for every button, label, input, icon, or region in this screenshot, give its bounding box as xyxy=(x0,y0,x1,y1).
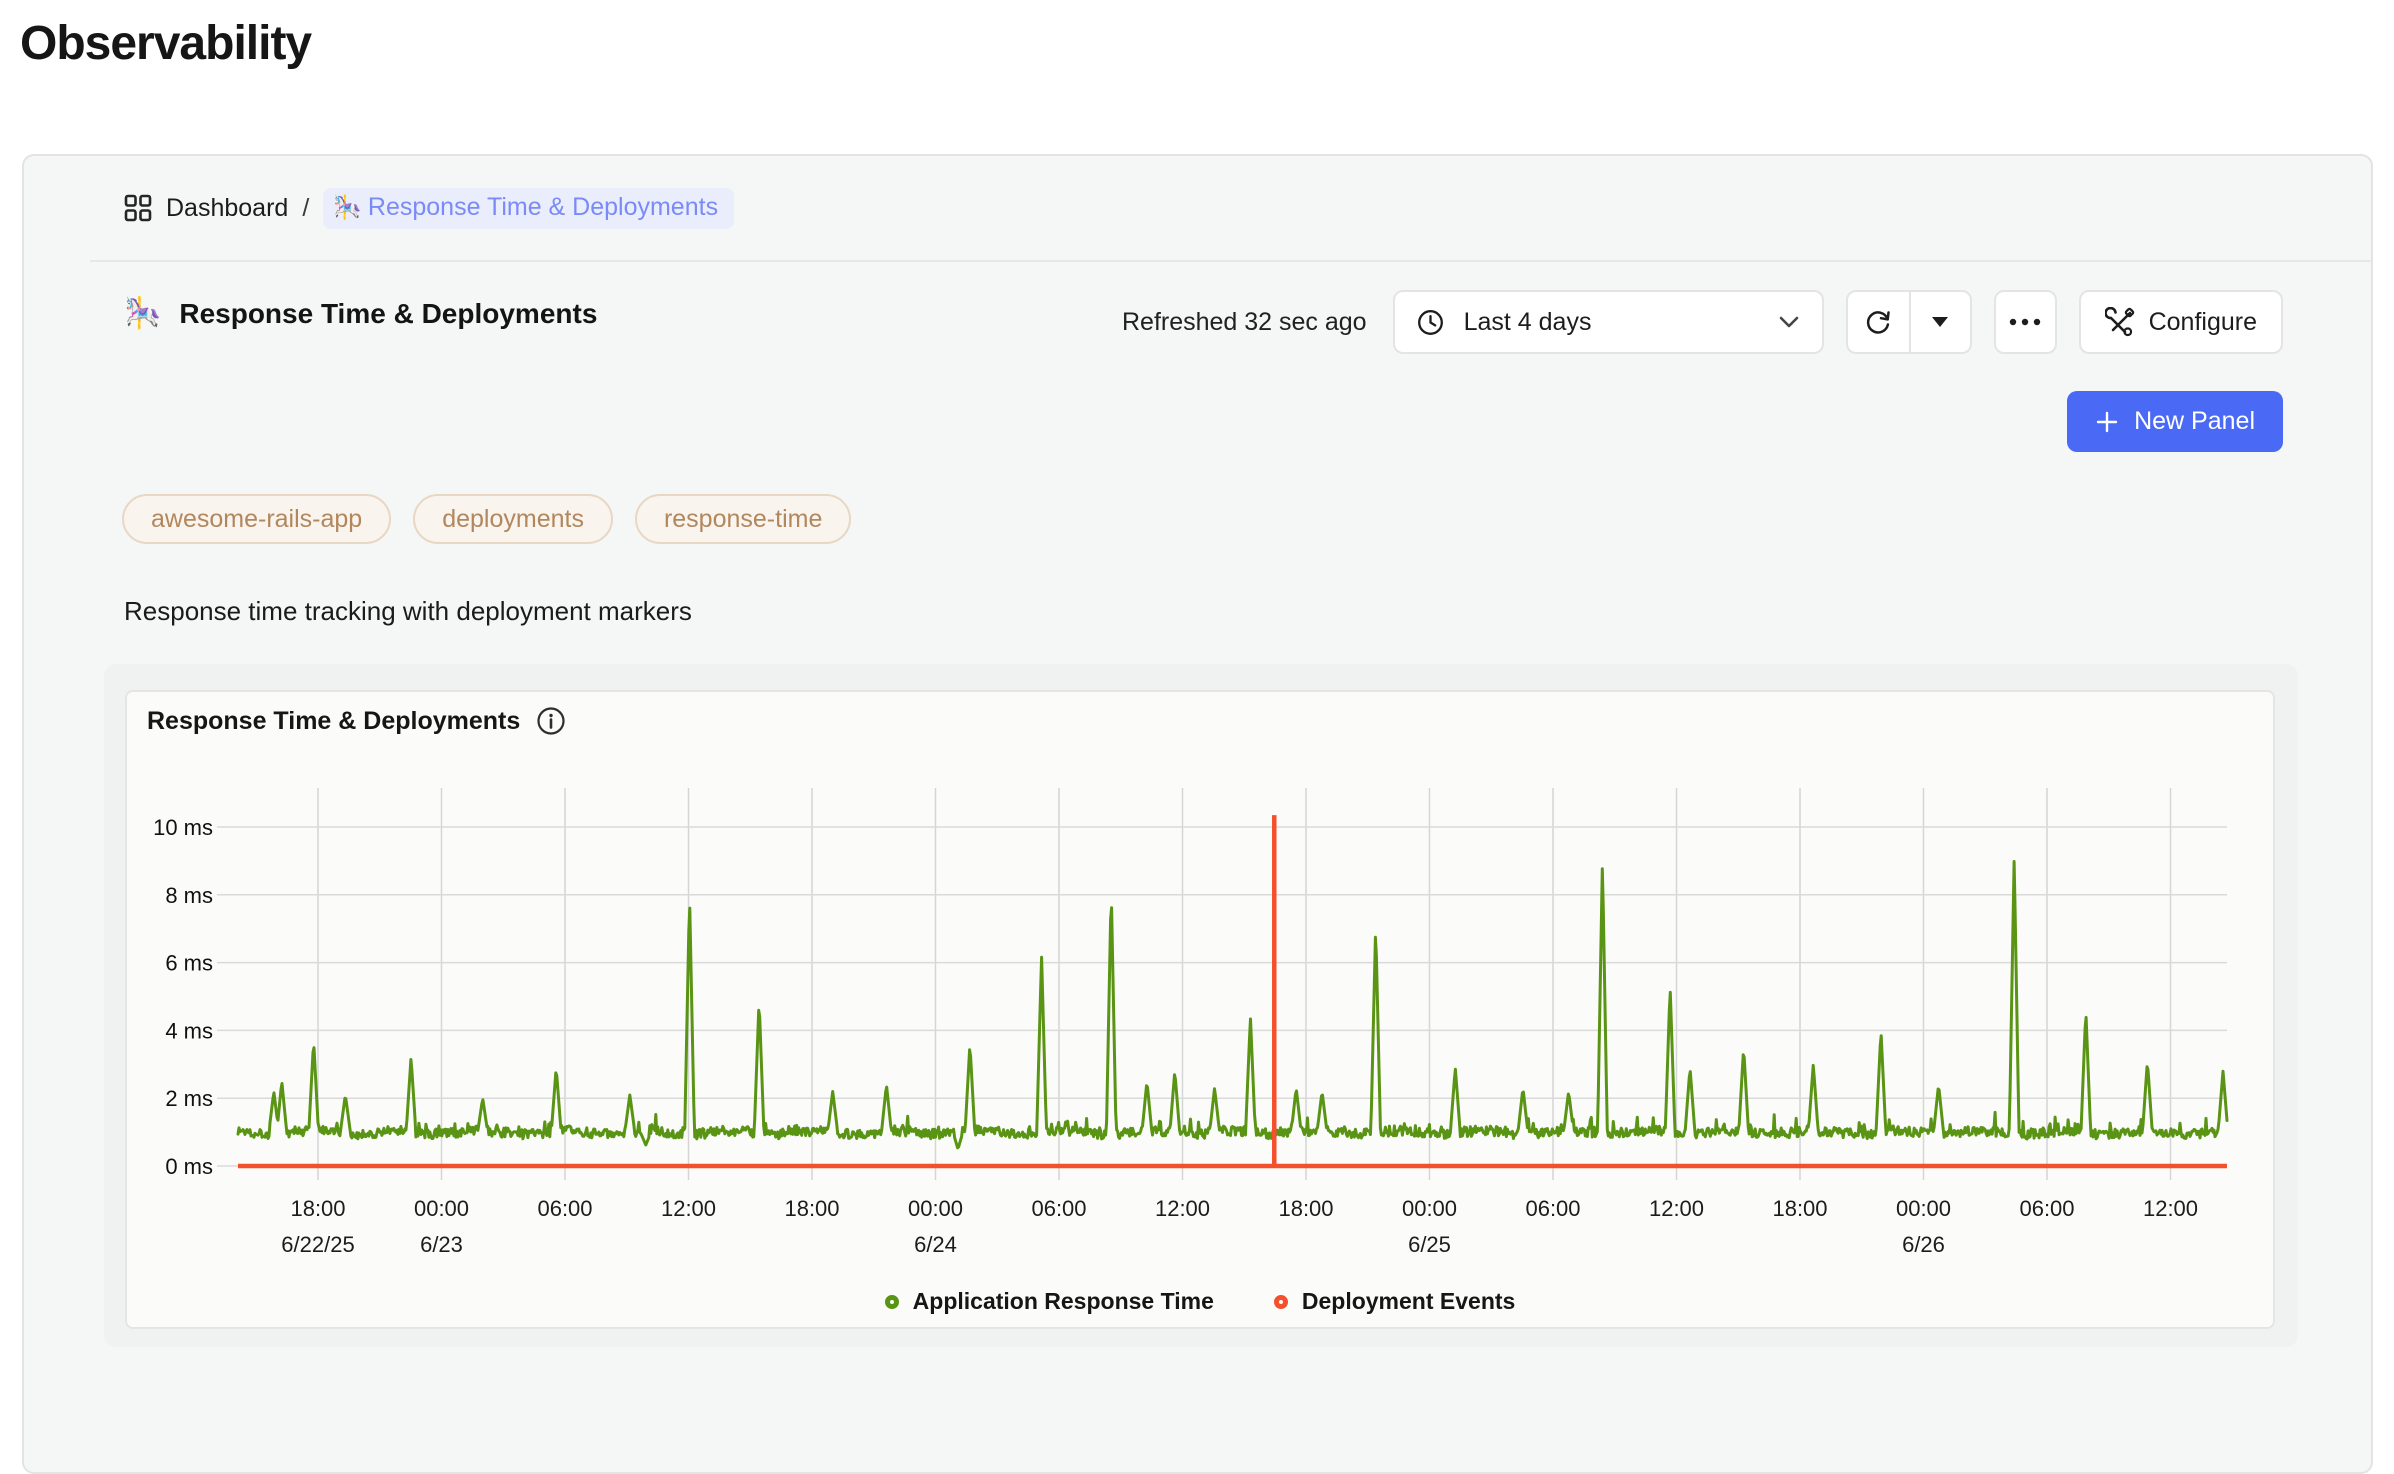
panel-description: Response time tracking with deployment m… xyxy=(124,596,692,627)
page-title: Observability xyxy=(20,16,311,71)
panel-title: Response Time & Deployments xyxy=(179,298,597,330)
svg-text:6 ms: 6 ms xyxy=(165,951,213,976)
svg-text:12:00: 12:00 xyxy=(1649,1196,1704,1221)
svg-text:6/22/25: 6/22/25 xyxy=(281,1232,354,1257)
svg-text:8 ms: 8 ms xyxy=(165,883,213,908)
chart-card: Response Time & Deployments 18:006/22/25… xyxy=(125,690,2275,1329)
svg-text:10 ms: 10 ms xyxy=(153,815,213,840)
chart-legend: Application Response Time Deployment Eve… xyxy=(127,1288,2273,1315)
ellipsis-icon xyxy=(2007,317,2043,327)
refresh-split-button xyxy=(1846,290,1972,354)
svg-text:12:00: 12:00 xyxy=(661,1196,716,1221)
dashboard-card: Dashboard / 🎠 Response Time & Deployment… xyxy=(22,154,2373,1474)
header-divider xyxy=(90,260,2371,262)
carousel-emoji-icon: 🎠 xyxy=(124,296,161,331)
time-range-value: Last 4 days xyxy=(1464,308,1592,337)
svg-text:12:00: 12:00 xyxy=(2143,1196,2198,1221)
svg-text:18:00: 18:00 xyxy=(1278,1196,1333,1221)
svg-text:06:00: 06:00 xyxy=(1031,1196,1086,1221)
svg-text:00:00: 00:00 xyxy=(414,1196,469,1221)
tag-response-time[interactable]: response-time xyxy=(635,494,851,544)
svg-text:12:00: 12:00 xyxy=(1155,1196,1210,1221)
svg-text:6/24: 6/24 xyxy=(914,1232,957,1257)
legend-item-deployments[interactable]: Deployment Events xyxy=(1274,1288,1515,1315)
red-ring-icon xyxy=(1274,1295,1288,1309)
refresh-options-caret[interactable] xyxy=(1909,292,1970,352)
more-actions-button[interactable] xyxy=(1994,290,2057,354)
new-panel-label: New Panel xyxy=(2134,407,2255,436)
svg-text:4 ms: 4 ms xyxy=(165,1018,213,1043)
new-panel-button[interactable]: New Panel xyxy=(2067,391,2283,452)
legend-label: Application Response Time xyxy=(913,1288,1214,1315)
tag-deployments[interactable]: deployments xyxy=(413,494,613,544)
time-range-select[interactable]: Last 4 days xyxy=(1393,290,1824,354)
svg-text:18:00: 18:00 xyxy=(290,1196,345,1221)
tools-icon xyxy=(2105,307,2135,337)
configure-label: Configure xyxy=(2149,308,2257,337)
svg-text:18:00: 18:00 xyxy=(784,1196,839,1221)
svg-text:06:00: 06:00 xyxy=(537,1196,592,1221)
breadcrumb: Dashboard / 🎠 Response Time & Deployment… xyxy=(124,186,734,230)
svg-text:00:00: 00:00 xyxy=(1896,1196,1951,1221)
svg-text:6/23: 6/23 xyxy=(420,1232,463,1257)
svg-text:6/26: 6/26 xyxy=(1902,1232,1945,1257)
clock-icon xyxy=(1417,309,1444,336)
response-time-chart: 18:00 6/22/25 00:00 6/23 06:00 12:00 18:00 00:0… xyxy=(127,692,2277,1331)
chart-wrapper: Response Time & Deployments 18:006/22/25… xyxy=(104,664,2298,1347)
svg-text:0 ms: 0 ms xyxy=(165,1154,213,1179)
svg-text:06:00: 06:00 xyxy=(2019,1196,2074,1221)
configure-button[interactable]: Configure xyxy=(2079,290,2283,354)
svg-text:2 ms: 2 ms xyxy=(165,1086,213,1111)
tags-row: awesome-rails-app deployments response-t… xyxy=(122,494,851,544)
svg-text:00:00: 00:00 xyxy=(1402,1196,1457,1221)
breadcrumb-current-label: Response Time & Deployments xyxy=(368,193,718,222)
green-ring-icon xyxy=(885,1295,899,1309)
svg-text:6/25: 6/25 xyxy=(1408,1232,1451,1257)
dashboard-grid-icon xyxy=(124,194,152,222)
refresh-icon xyxy=(1863,307,1893,337)
refresh-button[interactable] xyxy=(1848,292,1909,352)
caret-down-icon xyxy=(1931,316,1949,328)
tag-awesome-rails-app[interactable]: awesome-rails-app xyxy=(122,494,391,544)
legend-label: Deployment Events xyxy=(1302,1288,1515,1315)
refreshed-status: Refreshed 32 sec ago xyxy=(1122,308,1367,337)
breadcrumb-root[interactable]: Dashboard xyxy=(166,194,288,223)
panel-toolbar: Refreshed 32 sec ago Last 4 days xyxy=(1122,290,2283,354)
panel-header: 🎠 Response Time & Deployments xyxy=(124,296,597,331)
svg-text:18:00: 18:00 xyxy=(1772,1196,1827,1221)
legend-item-response-time[interactable]: Application Response Time xyxy=(885,1288,1214,1315)
svg-text:06:00: 06:00 xyxy=(1525,1196,1580,1221)
breadcrumb-separator: / xyxy=(302,194,309,223)
plus-icon xyxy=(2095,410,2119,434)
svg-text:00:00: 00:00 xyxy=(908,1196,963,1221)
carousel-emoji-icon: 🎠 xyxy=(333,194,362,221)
breadcrumb-current-chip[interactable]: 🎠 Response Time & Deployments xyxy=(323,188,734,229)
chevron-down-icon xyxy=(1778,315,1800,329)
